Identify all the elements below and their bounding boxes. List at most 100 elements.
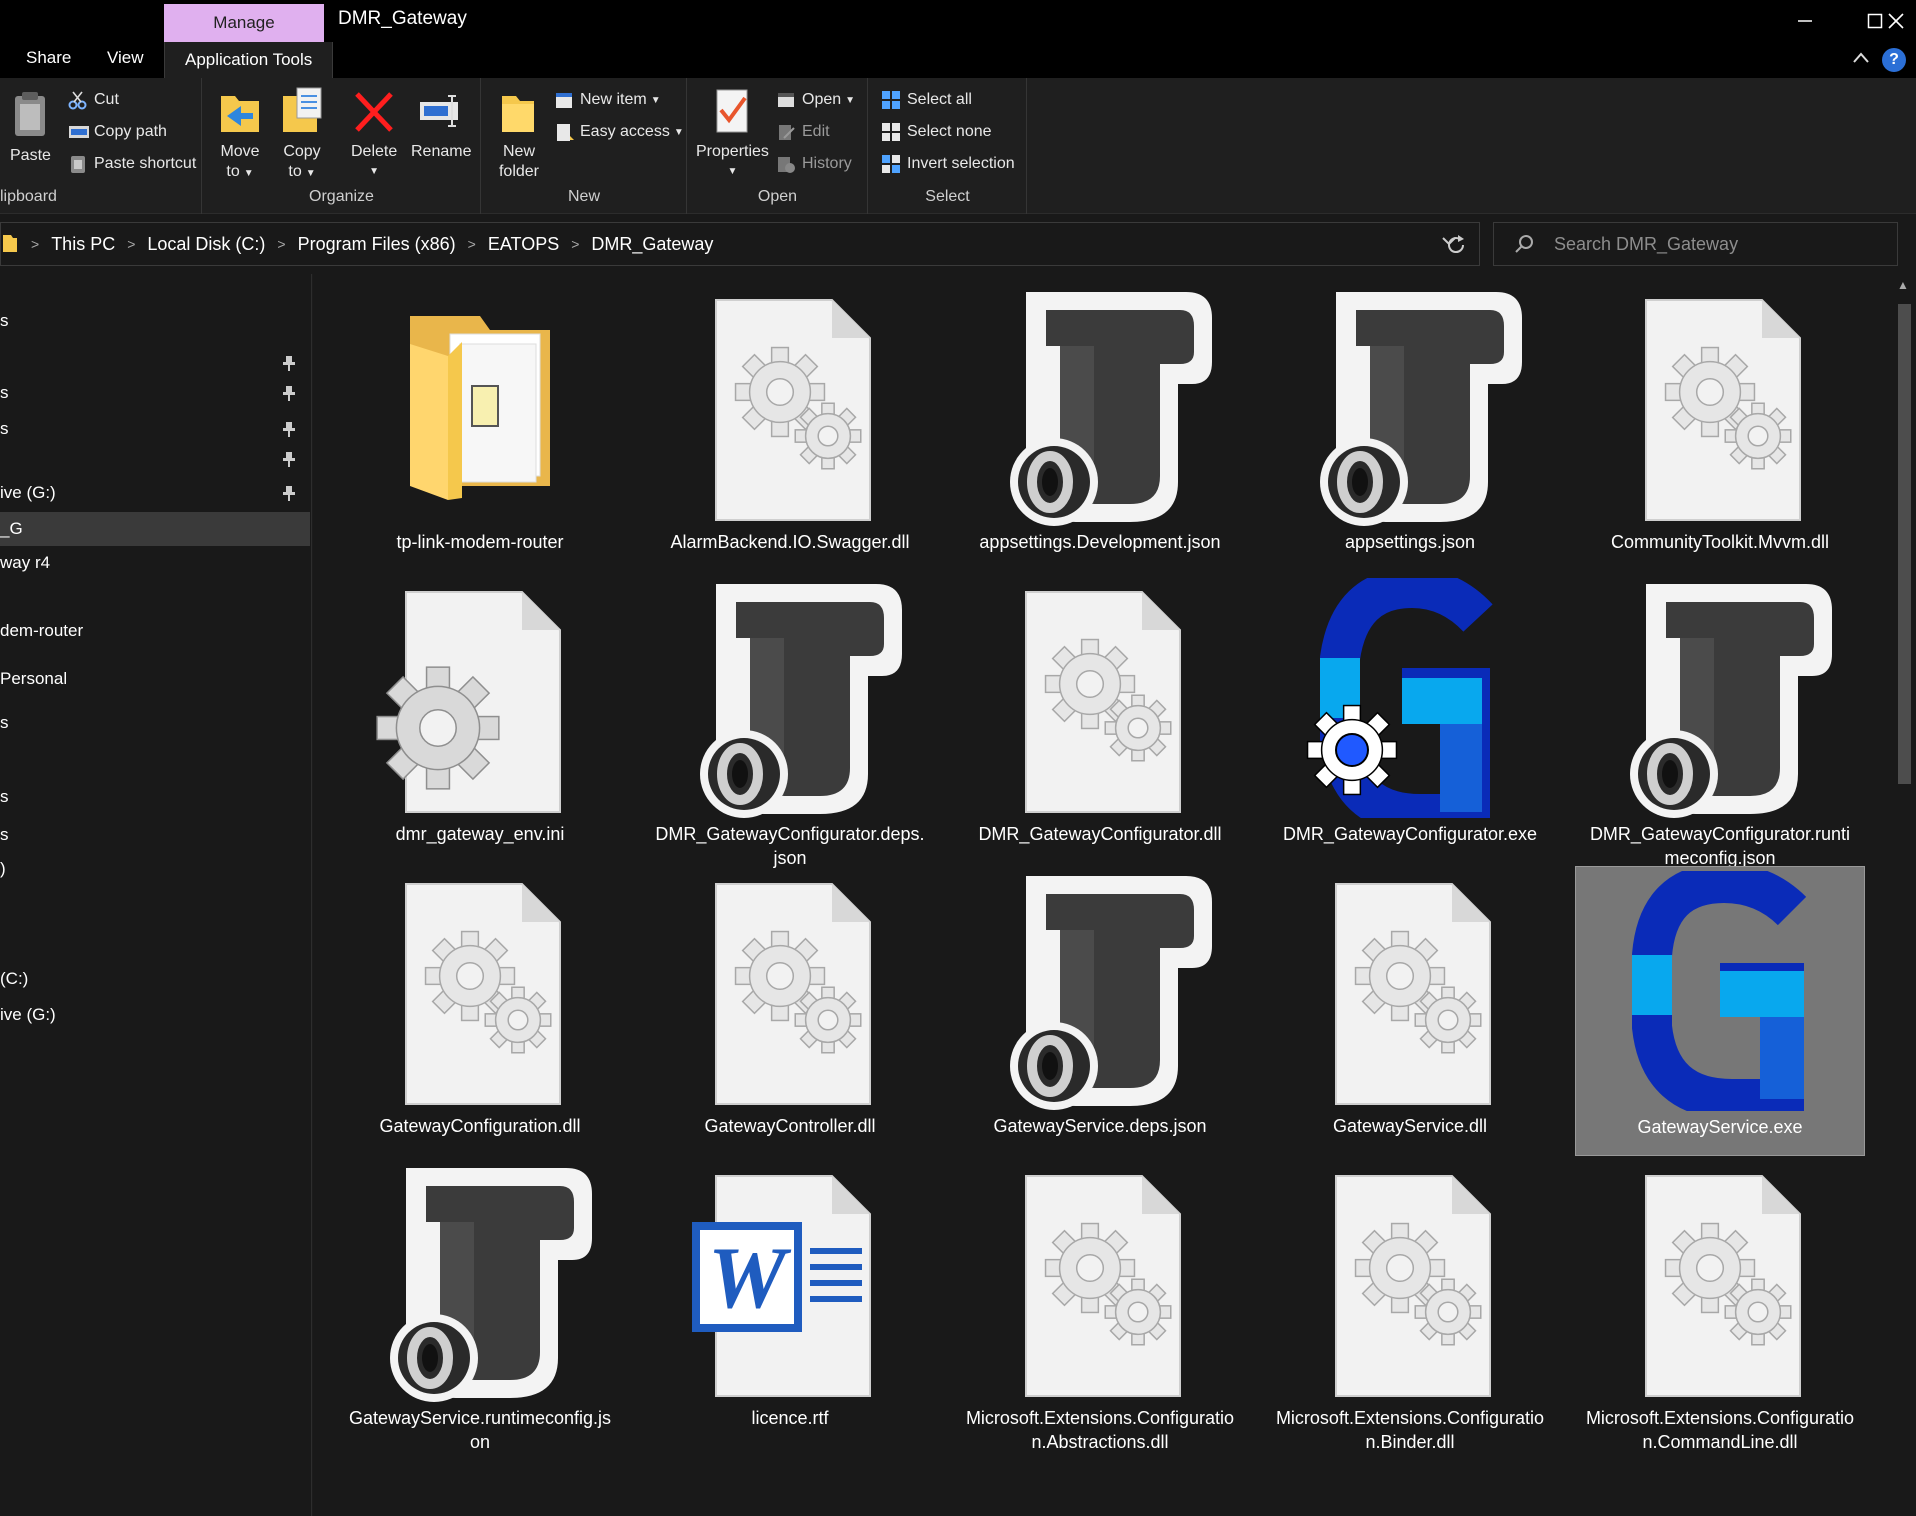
ribbon-tabs: Share View Application Tools ?: [0, 42, 1916, 78]
copy-path-button[interactable]: Copy path: [68, 122, 167, 142]
scrollbar-thumb[interactable]: [1898, 304, 1911, 784]
file-item[interactable]: dmr_gateway_env.ini: [335, 574, 625, 864]
move-to-button[interactable]: Move to ▼: [217, 86, 263, 184]
nav-item-label: _G: [0, 519, 23, 538]
file-item[interactable]: GatewayController.dll: [645, 866, 935, 1156]
file-item[interactable]: Microsoft.Extensions.Configuration.Abstr…: [955, 1158, 1245, 1452]
select-none-icon: [881, 122, 901, 142]
file-item[interactable]: GatewayService.deps.json: [955, 866, 1245, 1156]
configurator-exe-icon: [1290, 567, 1530, 834]
scroll-up-icon[interactable]: ▲: [1897, 278, 1909, 292]
nav-item[interactable]: s: [0, 780, 310, 814]
tab-manage[interactable]: Manage: [164, 4, 324, 42]
chevron-right-icon[interactable]: >: [571, 236, 579, 252]
open-button[interactable]: Open ▼: [776, 90, 855, 110]
nav-item[interactable]: s: [0, 818, 310, 852]
breadcrumb-item[interactable]: Local Disk (C:): [147, 234, 265, 255]
delete-button[interactable]: Delete ▼: [351, 86, 397, 182]
minimize-button[interactable]: [1770, 0, 1840, 42]
history-icon: [776, 154, 796, 174]
copy-to-button[interactable]: Copy to ▼: [279, 86, 325, 184]
file-name: GatewayService.dll: [1332, 1116, 1488, 1136]
file-item[interactable]: CommunityToolkit.Mvvm.dll: [1575, 282, 1865, 572]
dll-file-icon: [670, 286, 910, 526]
new-item-button[interactable]: New item ▼: [554, 90, 661, 110]
nav-item[interactable]: s: [0, 706, 310, 740]
paste-shortcut-button[interactable]: Paste shortcut: [68, 154, 196, 174]
breadcrumb-item[interactable]: Program Files (x86): [298, 234, 456, 255]
breadcrumb-item[interactable]: EATOPS: [488, 234, 559, 255]
search-placeholder: Search DMR_Gateway: [1554, 233, 1739, 254]
file-name: DMR_GatewayConfigurator.dll: [978, 824, 1222, 844]
select-none-button[interactable]: Select none: [881, 122, 992, 142]
help-button[interactable]: ?: [1882, 48, 1906, 72]
nav-item[interactable]: ): [0, 852, 310, 886]
nav-item[interactable]: s: [0, 412, 310, 446]
nav-item-label: ive (G:): [0, 483, 56, 502]
help-icon: ?: [1889, 51, 1899, 68]
file-item[interactable]: DMR_GatewayConfigurator.runtimeconfig.js…: [1575, 574, 1865, 868]
tab-view[interactable]: View: [107, 48, 144, 68]
close-button[interactable]: [1876, 0, 1916, 42]
tab-application-tools[interactable]: Application Tools: [164, 42, 334, 78]
rename-button[interactable]: Rename: [411, 86, 471, 162]
nav-item[interactable]: ive (G:): [0, 476, 310, 510]
file-list: tp-link-modem-router AlarmBackend.IO.Swag…: [313, 274, 1893, 1516]
breadcrumb-item[interactable]: This PC: [51, 234, 115, 255]
nav-item[interactable]: _G: [0, 512, 310, 546]
nav-item-label: s: [0, 383, 9, 402]
nav-item[interactable]: way r4: [0, 546, 310, 580]
file-item[interactable]: GatewayConfiguration.dll: [335, 866, 625, 1156]
nav-item[interactable]: dem-router: [0, 614, 310, 648]
invert-selection-icon: [881, 154, 901, 174]
file-item[interactable]: W licence.rtf: [645, 1158, 935, 1448]
file-item[interactable]: GatewayService.exe: [1575, 862, 1865, 1156]
breadcrumb-item[interactable]: DMR_Gateway: [591, 234, 713, 255]
paste-button[interactable]: Paste: [10, 90, 51, 166]
invert-selection-button[interactable]: Invert selection: [881, 154, 1015, 174]
nav-item-label: ): [0, 859, 6, 878]
properties-button[interactable]: Properties ▼: [696, 86, 769, 182]
nav-item[interactable]: Personal: [0, 662, 310, 696]
history-button[interactable]: History: [776, 154, 852, 174]
clipboard-group: Paste Cut Copy path Paste shortcut lipbo…: [0, 78, 202, 214]
vertical-scrollbar[interactable]: ▲: [1893, 274, 1916, 1516]
file-item[interactable]: DMR_GatewayConfigurator.exe: [1265, 567, 1555, 864]
easy-access-button[interactable]: Easy access ▼: [554, 122, 684, 142]
collapse-ribbon-button[interactable]: [1852, 48, 1870, 69]
file-item[interactable]: Microsoft.Extensions.Configuration.Comma…: [1575, 1158, 1865, 1452]
chevron-right-icon[interactable]: >: [277, 236, 285, 252]
tab-share[interactable]: Share: [26, 48, 71, 68]
file-name: DMR_GatewayConfigurator.runtimeconfig.js…: [1589, 824, 1851, 868]
nav-item[interactable]: s: [0, 376, 310, 410]
cut-button[interactable]: Cut: [68, 90, 119, 110]
nav-item[interactable]: [0, 442, 310, 476]
search-box[interactable]: Search DMR_Gateway: [1493, 222, 1898, 266]
nav-item-label: (C:): [0, 969, 29, 988]
dll-file-icon: [1600, 286, 1840, 526]
select-all-button[interactable]: Select all: [881, 90, 972, 110]
file-item[interactable]: tp-link-modem-router: [335, 282, 625, 572]
chevron-right-icon[interactable]: >: [468, 236, 476, 252]
file-item[interactable]: DMR_GatewayConfigurator.dll: [955, 574, 1245, 864]
file-item[interactable]: GatewayService.runtimeconfig.json: [335, 1158, 625, 1452]
delete-icon: [351, 86, 397, 136]
json-file-icon: [980, 870, 1220, 1110]
file-item[interactable]: GatewayService.dll: [1265, 866, 1555, 1156]
file-item[interactable]: appsettings.json: [1265, 282, 1555, 572]
address-bar[interactable]: > This PC > Local Disk (C:) > Program Files …: [0, 222, 1480, 266]
nav-item[interactable]: [0, 346, 310, 380]
new-folder-button[interactable]: New folder: [496, 86, 542, 182]
file-item[interactable]: DMR_GatewayConfigurator.deps.json: [645, 574, 935, 868]
nav-item[interactable]: ive (G:): [0, 998, 310, 1032]
chevron-right-icon[interactable]: >: [127, 236, 135, 252]
file-item[interactable]: appsettings.Development.json: [955, 282, 1245, 572]
file-item[interactable]: AlarmBackend.IO.Swagger.dll: [645, 282, 935, 572]
edit-button[interactable]: Edit: [776, 122, 830, 142]
file-item[interactable]: Microsoft.Extensions.Configuration.Binde…: [1265, 1158, 1555, 1452]
refresh-button[interactable]: [1445, 234, 1467, 261]
file-name: appsettings.Development.json: [979, 532, 1221, 552]
nav-item[interactable]: (C:): [0, 962, 310, 996]
nav-item-label: way r4: [0, 553, 51, 572]
nav-item[interactable]: s: [0, 304, 310, 338]
